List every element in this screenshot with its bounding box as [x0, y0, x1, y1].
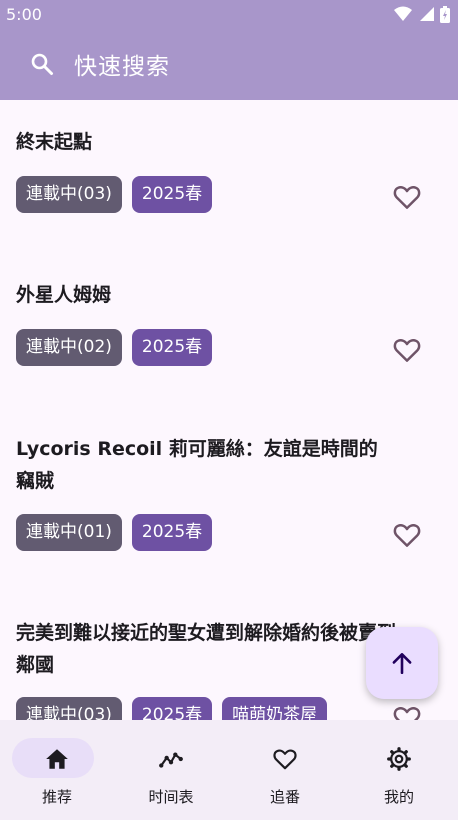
nav-item-follow[interactable]: 追番 — [228, 720, 342, 820]
timeline-icon — [159, 752, 183, 768]
season-chip[interactable]: 2025春 — [131, 329, 213, 366]
heart-icon[interactable] — [392, 335, 422, 365]
status-chip[interactable]: 連載中(02) — [16, 329, 122, 366]
search-bar[interactable]: 快速搜索 — [30, 44, 170, 84]
season-chip[interactable]: 2025春 — [131, 176, 213, 213]
scroll-to-top-button[interactable] — [366, 627, 438, 699]
battery-icon — [440, 5, 450, 23]
tag-row: 連載中(01) 2025春 — [16, 514, 213, 551]
heart-icon[interactable] — [392, 520, 422, 550]
anime-title[interactable]: Lycoris Recoil 莉可麗絲：友誼是時間的竊賊 — [16, 433, 396, 497]
anime-title[interactable]: 外星人姆姆 — [16, 279, 396, 311]
bottom-navigation: 推荐 时间表 追番 我的 — [0, 720, 458, 820]
tag-row: 連載中(03) 2025春 — [16, 176, 213, 213]
nav-label: 追番 — [269, 788, 300, 806]
nav-item-schedule[interactable]: 时间表 — [114, 720, 228, 820]
group-chip[interactable]: 喵萌奶茶屋 — [222, 697, 328, 720]
tag-row: 連載中(02) 2025春 — [16, 329, 213, 366]
arrow-up-icon — [392, 653, 412, 675]
anime-title[interactable]: 完美到難以接近的聖女遭到解除婚約後被賣到鄰國 — [16, 617, 396, 681]
gear-icon — [387, 747, 411, 771]
nav-label: 时间表 — [148, 788, 194, 806]
status-bar: 5:00 — [0, 0, 458, 28]
anime-title[interactable]: 終末起點 — [16, 126, 396, 158]
status-chip[interactable]: 連載中(01) — [16, 514, 122, 551]
heart-icon[interactable] — [392, 182, 422, 212]
season-chip[interactable]: 2025春 — [131, 697, 213, 720]
status-time: 5:00 — [6, 4, 42, 24]
app-bar: 5:00 快速搜索 — [0, 0, 458, 100]
nav-label: 推荐 — [41, 788, 72, 806]
tag-row: 連載中(03) 2025春 喵萌奶茶屋 — [16, 697, 328, 720]
status-chip[interactable]: 連載中(03) — [16, 176, 122, 213]
season-chip[interactable]: 2025春 — [131, 514, 213, 551]
nav-label: 我的 — [383, 788, 414, 806]
status-chip[interactable]: 連載中(03) — [16, 697, 122, 720]
nav-item-profile[interactable]: 我的 — [342, 720, 456, 820]
search-input[interactable]: 快速搜索 — [74, 47, 170, 81]
home-icon — [46, 749, 68, 769]
signal-icon — [420, 7, 434, 21]
status-icons — [394, 5, 450, 23]
search-icon — [31, 53, 53, 75]
heart-icon[interactable] — [392, 703, 422, 720]
wifi-icon — [394, 6, 412, 21]
nav-item-recommend[interactable]: 推荐 — [0, 720, 114, 820]
heart-icon — [273, 749, 297, 770]
